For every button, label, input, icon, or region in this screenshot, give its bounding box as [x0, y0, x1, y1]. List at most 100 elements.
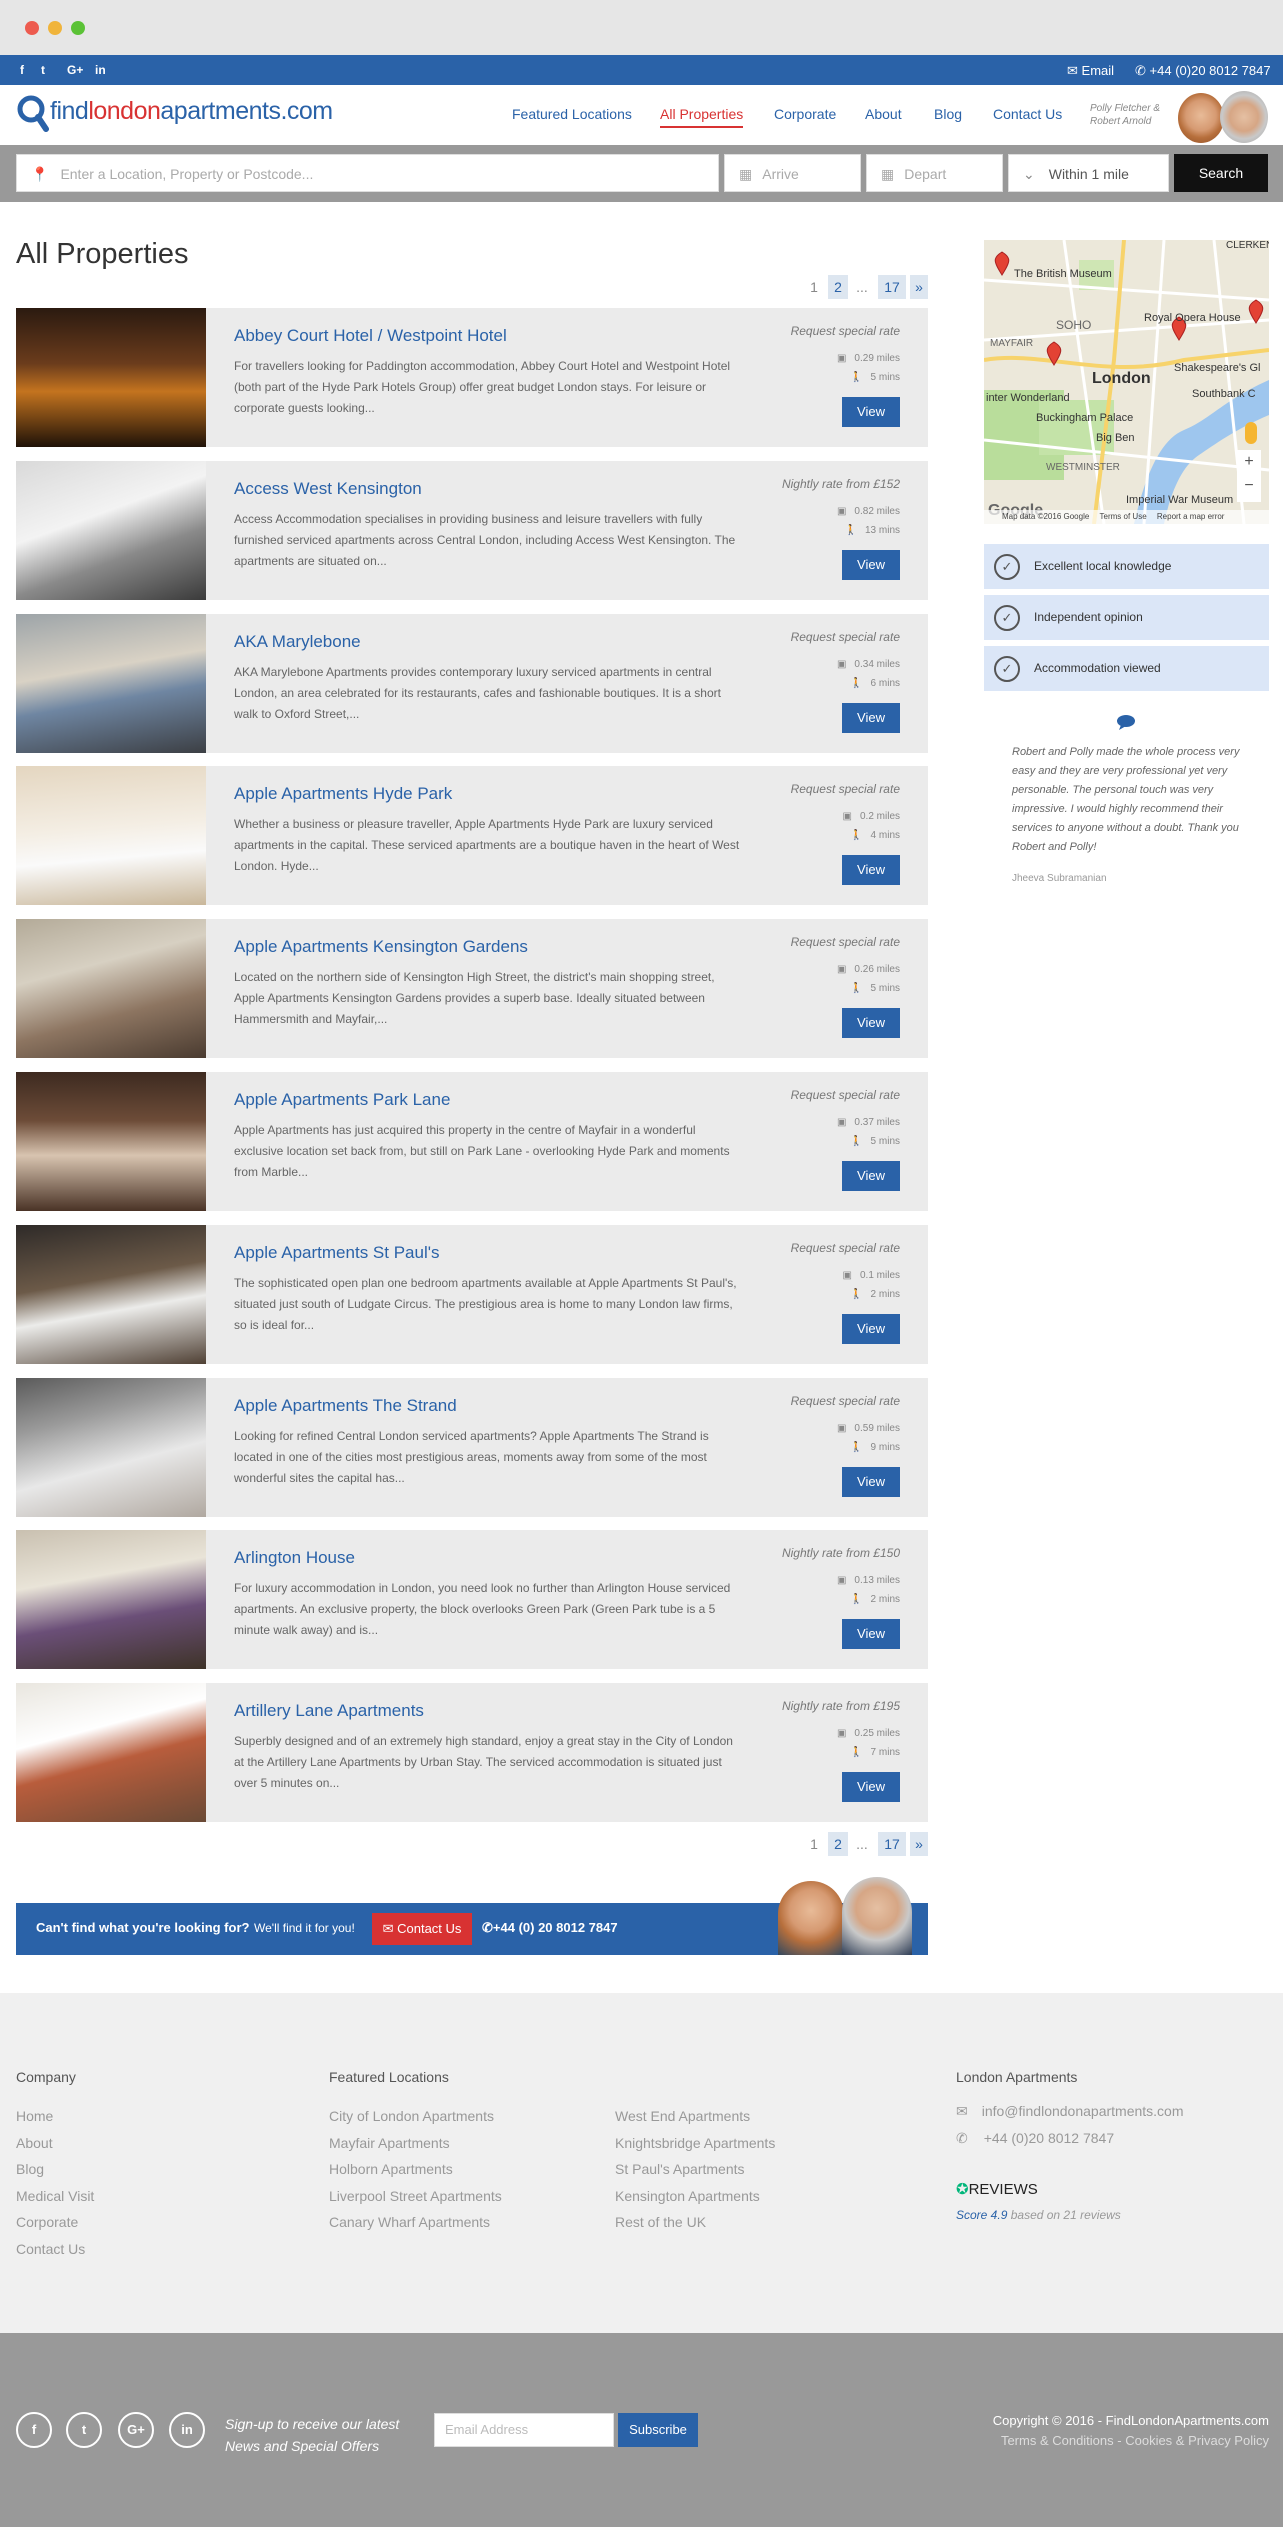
privacy-link[interactable]: Cookies & Privacy Policy: [1125, 2433, 1269, 2448]
twitter-icon[interactable]: t: [41, 63, 45, 77]
zoom-out-button[interactable]: −: [1237, 474, 1261, 498]
site-logo[interactable]: findlondonapartments.com: [16, 95, 333, 132]
nav-featured-locations[interactable]: Featured Locations: [512, 106, 632, 122]
footer-link-home[interactable]: Home: [16, 2103, 94, 2130]
radius-select[interactable]: ⌄ Within 1 mile: [1008, 154, 1169, 192]
subscribe-button[interactable]: Subscribe: [618, 2413, 698, 2447]
view-property-button[interactable]: View: [842, 1161, 900, 1191]
page-2-link[interactable]: 2: [828, 1832, 848, 1856]
view-property-button[interactable]: View: [842, 1772, 900, 1803]
property-card: Abbey Court Hotel / Westpoint Hotel For t…: [16, 308, 928, 447]
street-view-pegman-icon[interactable]: [1245, 422, 1257, 444]
property-photo[interactable]: [16, 1377, 206, 1517]
view-property-button[interactable]: View: [842, 1466, 900, 1497]
view-property-button[interactable]: View: [842, 1008, 900, 1039]
property-photo[interactable]: [16, 766, 206, 906]
maximize-window-dot[interactable]: [71, 21, 85, 35]
property-title[interactable]: Artillery Lane Apartments: [234, 1701, 424, 1721]
nav-about[interactable]: About: [865, 106, 902, 122]
footer-location-link[interactable]: Liverpool Street Apartments: [329, 2183, 502, 2210]
footer-location-link[interactable]: Rest of the UK: [615, 2209, 775, 2236]
footer-location-link[interactable]: Mayfair Apartments: [329, 2130, 502, 2157]
property-photo[interactable]: [16, 460, 206, 600]
property-title[interactable]: Abbey Court Hotel / Westpoint Hotel: [234, 326, 507, 346]
zoom-in-button[interactable]: +: [1237, 450, 1261, 474]
view-property-button[interactable]: View: [842, 549, 900, 580]
property-title[interactable]: Apple Apartments Kensington Gardens: [234, 937, 528, 957]
property-photo[interactable]: [16, 613, 206, 753]
page-next-link[interactable]: »: [910, 275, 928, 299]
page-1-link[interactable]: 1: [806, 275, 822, 299]
top-bar: f t G+ in ✉ Email ✆ +44 (0)20 8012 7847: [0, 55, 1283, 85]
logo-part-com: .com: [280, 97, 333, 125]
footer-facebook-icon[interactable]: f: [16, 2412, 52, 2448]
footer-location-link[interactable]: Knightsbridge Apartments: [615, 2130, 775, 2157]
footer-location-link[interactable]: Kensington Apartments: [615, 2183, 775, 2210]
property-photo[interactable]: [16, 1224, 206, 1364]
property-title[interactable]: Apple Apartments The Strand: [234, 1396, 457, 1416]
arrive-date-input[interactable]: ▦ Arrive: [724, 154, 861, 192]
footer-link-corporate[interactable]: Corporate: [16, 2209, 94, 2236]
footer-location-link[interactable]: Canary Wharf Apartments: [329, 2209, 502, 2236]
view-property-button[interactable]: View: [842, 855, 900, 886]
reviews-badge[interactable]: ✪REVIEWS: [956, 2180, 1038, 2198]
footer-link-blog[interactable]: Blog: [16, 2156, 94, 2183]
page-1-link[interactable]: 1: [806, 1832, 822, 1856]
footer-linkedin-icon[interactable]: in: [169, 2412, 205, 2448]
footer-location-link[interactable]: City of London Apartments: [329, 2103, 502, 2130]
testimonial: Robert and Polly made the whole process …: [1012, 743, 1242, 888]
footer-google-plus-icon[interactable]: G+: [118, 2412, 154, 2448]
facebook-icon[interactable]: f: [20, 63, 24, 77]
newsletter-email-input[interactable]: Email Address: [434, 2413, 614, 2447]
property-photo[interactable]: [16, 1530, 206, 1670]
property-title[interactable]: Arlington House: [234, 1548, 355, 1568]
minimize-window-dot[interactable]: [48, 21, 62, 35]
property-title[interactable]: Access West Kensington: [234, 479, 422, 499]
email-link[interactable]: ✉ Email: [1067, 63, 1114, 79]
search-button[interactable]: Search: [1174, 154, 1268, 192]
banner-contact-button[interactable]: ✉ Contact Us: [372, 1913, 472, 1945]
page-next-link[interactable]: »: [910, 1832, 928, 1856]
footer-link-medical-visit[interactable]: Medical Visit: [16, 2183, 94, 2210]
view-property-button[interactable]: View: [842, 1313, 900, 1344]
footer-location-link[interactable]: St Paul's Apartments: [615, 2156, 775, 2183]
location-search-input[interactable]: 📍 Enter a Location, Property or Postcode.…: [16, 154, 719, 192]
page-last-link[interactable]: 17: [878, 275, 906, 299]
footer-location-link[interactable]: West End Apartments: [615, 2103, 775, 2130]
footer-phone[interactable]: ✆ +44 (0)20 8012 7847: [956, 2130, 1114, 2147]
footer-location-link[interactable]: Holborn Apartments: [329, 2156, 502, 2183]
phone-link[interactable]: ✆ +44 (0)20 8012 7847: [1135, 63, 1271, 79]
property-photo[interactable]: [16, 308, 206, 447]
footer-link-about[interactable]: About: [16, 2130, 94, 2157]
google-plus-icon[interactable]: G+: [67, 63, 83, 77]
nav-corporate[interactable]: Corporate: [774, 106, 836, 122]
walking-icon: 🚶: [850, 1136, 863, 1147]
page-2-link[interactable]: 2: [828, 275, 848, 299]
footer-twitter-icon[interactable]: t: [66, 2412, 102, 2448]
property-title[interactable]: Apple Apartments St Paul's: [234, 1243, 439, 1263]
banner-phone[interactable]: ✆+44 (0) 20 8012 7847: [482, 1920, 618, 1936]
linkedin-icon[interactable]: in: [95, 63, 106, 77]
depart-date-input[interactable]: ▦ Depart: [866, 154, 1003, 192]
footer-email[interactable]: ✉ info@findlondonapartments.com: [956, 2103, 1184, 2120]
property-title[interactable]: AKA Marylebone: [234, 632, 361, 652]
nav-contact-us[interactable]: Contact Us: [993, 106, 1062, 122]
view-property-button[interactable]: View: [842, 1619, 900, 1650]
property-photo[interactable]: [16, 1683, 206, 1823]
map-terms-link[interactable]: Terms of Use: [1100, 512, 1147, 521]
page-last-link[interactable]: 17: [878, 1832, 906, 1856]
property-photo[interactable]: [16, 1072, 206, 1211]
view-property-button[interactable]: View: [842, 397, 900, 427]
terms-link[interactable]: Terms & Conditions: [1001, 2433, 1114, 2448]
view-property-button[interactable]: View: [842, 702, 900, 733]
property-title[interactable]: Apple Apartments Hyde Park: [234, 784, 452, 804]
close-window-dot[interactable]: [25, 21, 39, 35]
property-title[interactable]: Apple Apartments Park Lane: [234, 1090, 450, 1110]
map-report-error-link[interactable]: Report a map error: [1157, 512, 1225, 521]
nav-blog[interactable]: Blog: [934, 106, 962, 122]
location-map[interactable]: CLERKEN The British Museum SOHO MAYFAIR …: [984, 240, 1269, 524]
phone-label: +44 (0)20 8012 7847: [1149, 63, 1271, 78]
footer-link-contact-us[interactable]: Contact Us: [16, 2236, 94, 2263]
property-photo[interactable]: [16, 919, 206, 1059]
nav-all-properties[interactable]: All Properties: [660, 106, 744, 128]
